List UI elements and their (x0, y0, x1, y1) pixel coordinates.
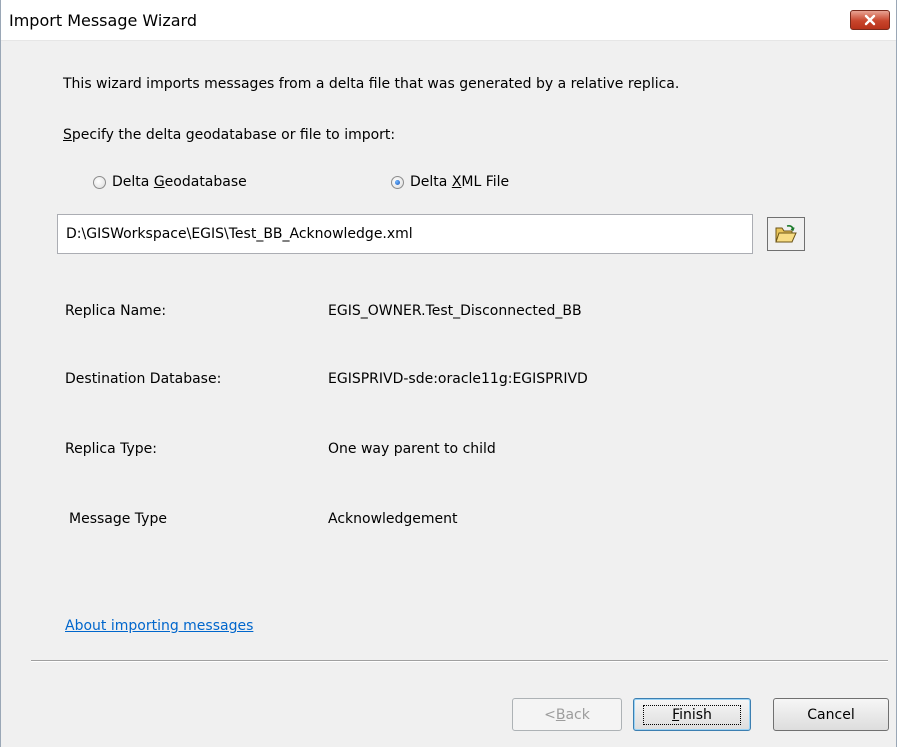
radio-delta-geodatabase-label: Delta Geodatabase (112, 174, 247, 190)
browse-button[interactable] (767, 217, 805, 251)
message-type-value: Acknowledgement (328, 511, 458, 527)
message-type-label: Message Type (69, 511, 167, 527)
radio-delta-xml-file-label: Delta XML File (410, 174, 510, 190)
open-folder-icon (775, 225, 797, 243)
radio-delta-geodatabase-circle[interactable] (93, 175, 106, 189)
replica-type-value: One way parent to child (328, 441, 496, 457)
back-button[interactable]: < Back (512, 698, 622, 731)
specify-label-rest: pecify the delta geodatabase or file to … (71, 127, 396, 143)
close-button[interactable] (850, 10, 890, 30)
destination-database-value: EGISPRIVD-sde:oracle11g:EGISPRIVD (328, 371, 588, 387)
title-bar[interactable]: Import Message Wizard (1, 0, 896, 41)
radio-delta-xml-file-circle[interactable] (391, 175, 404, 189)
footer-separator (31, 660, 888, 662)
close-icon (864, 14, 876, 26)
finish-button[interactable]: Finish (633, 698, 751, 731)
replica-name-label: Replica Name: (65, 303, 167, 319)
window-title: Import Message Wizard (9, 11, 197, 30)
cancel-button[interactable]: Cancel (773, 698, 889, 731)
about-importing-messages-link[interactable]: About importing messages (65, 618, 253, 634)
import-message-wizard-window: Import Message Wizard This wizard import… (0, 0, 897, 747)
replica-type-label: Replica Type: (65, 441, 157, 457)
specify-label: Specify the delta geodatabase or file to… (63, 127, 395, 143)
replica-name-value: EGIS_OWNER.Test_Disconnected_BB (328, 303, 582, 319)
destination-database-label: Destination Database: (65, 371, 222, 387)
radio-delta-xml-file[interactable]: Delta XML File (391, 174, 509, 190)
delta-file-path-input[interactable] (57, 214, 753, 254)
wizard-body: This wizard imports messages from a delt… (1, 41, 896, 747)
specify-mnemonic: S (63, 127, 72, 143)
intro-text: This wizard imports messages from a delt… (63, 76, 680, 92)
radio-delta-geodatabase[interactable]: Delta Geodatabase (93, 174, 247, 190)
